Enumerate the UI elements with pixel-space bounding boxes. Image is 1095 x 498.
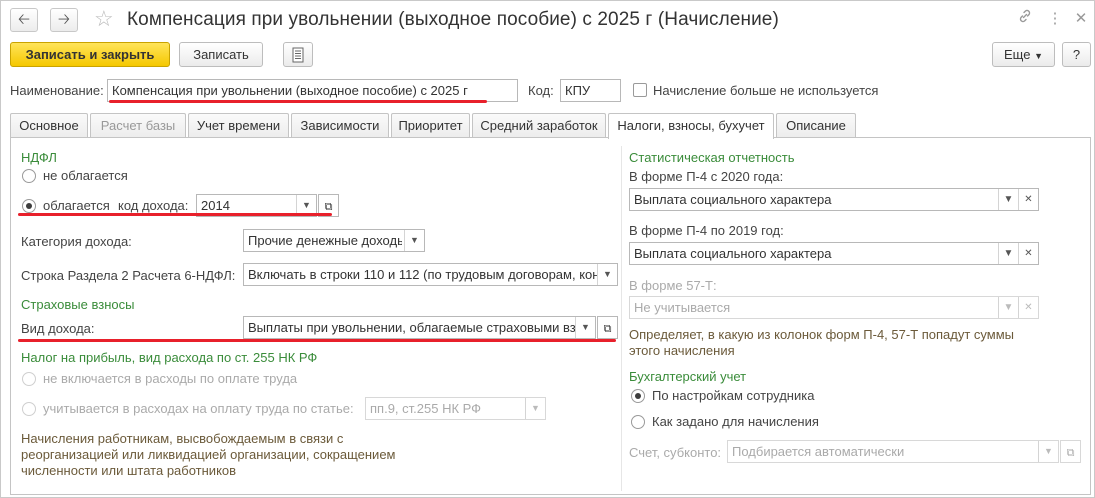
insurance-section-title: Страховые взносы [21, 297, 135, 312]
line-6ndfl-label: Строка Раздела 2 Расчета 6-НДФЛ: [21, 268, 236, 283]
tab-dependencies[interactable]: Зависимости [291, 113, 389, 138]
insurance-income-type-field[interactable]: Выплаты при увольнении, облагаемые страх… [243, 316, 596, 339]
clear-x-icon[interactable]: ✕ [1018, 243, 1038, 264]
window-title: Компенсация при увольнении (выходное пос… [127, 9, 779, 30]
not-included-label: не включается в расходы по оплате труда [43, 371, 298, 386]
tab-average-earnings[interactable]: Средний заработок [472, 113, 606, 138]
unused-checkbox[interactable] [633, 83, 647, 97]
tab-base-calc[interactable]: Расчет базы [90, 113, 186, 138]
open-window-icon: ⧉ [603, 323, 612, 335]
line-6ndfl-value: Включать в строки 110 и 112 (по трудовым… [248, 267, 598, 282]
chevron-down-icon[interactable]: ▼ [575, 317, 595, 338]
article-field[interactable]: пп.9, ст.255 НК РФ ▼ [365, 397, 546, 420]
by-employee-radio[interactable] [631, 389, 645, 403]
chevron-down-icon[interactable]: ▼ [597, 264, 617, 285]
p4-2020-label: В форме П-4 с 2020 года: [629, 169, 784, 184]
ndfl-section-title: НДФЛ [21, 150, 57, 165]
column-divider [621, 146, 622, 491]
p4-2020-field[interactable]: Выплата социального характера ▼ ✕ [629, 188, 1039, 211]
open-window-icon: ⧉ [324, 201, 333, 213]
line-6ndfl-field[interactable]: Включать в строки 110 и 112 (по трудовым… [243, 263, 618, 286]
account-field[interactable]: Подбирается автоматически ▼ [727, 440, 1059, 463]
open-account-button[interactable]: ⧉ [1060, 440, 1081, 463]
chevron-down-icon[interactable]: ▼ [404, 230, 424, 251]
chevron-down-icon[interactable]: ▼ [998, 243, 1018, 264]
ndfl-taxed-radio[interactable] [22, 199, 36, 213]
account-placeholder: Подбирается автоматически [732, 444, 905, 459]
save-and-close-button[interactable]: Записать и закрыть [10, 42, 170, 67]
annotation-underline [109, 100, 487, 103]
p4-2019-label: В форме П-4 по 2019 год: [629, 223, 784, 238]
tab-taxes-accounting[interactable]: Налоги, взносы, бухучет [608, 113, 774, 139]
chevron-down-icon[interactable]: ▼ [525, 398, 545, 419]
chevron-down-icon[interactable]: ▼ [1038, 441, 1058, 462]
tab-main[interactable]: Основное [10, 113, 88, 138]
name-field[interactable]: Компенсация при увольнении (выходное пос… [107, 79, 518, 102]
accounting-section-title: Бухгалтерский учет [629, 369, 747, 384]
annotation-underline [18, 339, 616, 342]
document-list-icon [292, 47, 304, 63]
chevron-down-icon[interactable]: ▼ [998, 297, 1018, 318]
open-window-icon: ⧉ [1066, 447, 1075, 459]
stats-note: Определяет, в какую из колонок форм П-4,… [629, 327, 1015, 358]
profit-tax-note: Начисления работникам, высвобождаемым в … [21, 431, 396, 478]
ndfl-not-taxed-label: не облагается [43, 168, 128, 183]
star-icon[interactable]: ☆ [94, 6, 114, 32]
insurance-income-type-value: Выплаты при увольнении, облагаемые страх… [248, 320, 576, 335]
arrow-left-icon: 🡠 [17, 11, 31, 28]
by-employee-label: По настройкам сотрудника [652, 388, 815, 403]
p4-2019-field[interactable]: Выплата социального характера ▼ ✕ [629, 242, 1039, 265]
income-code-label: код дохода: [118, 198, 189, 213]
p4-2020-value: Выплата социального характера [634, 192, 832, 207]
included-radio[interactable] [22, 402, 36, 416]
close-icon[interactable]: ✕ [1071, 8, 1091, 30]
tab-priority[interactable]: Приоритет [391, 113, 470, 138]
report-button[interactable] [283, 42, 313, 67]
unused-label: Начисление больше не используется [653, 83, 879, 98]
insurance-income-type-label: Вид дохода: [21, 321, 95, 336]
f57t-field[interactable]: Не учитывается ▼ ✕ [629, 296, 1039, 319]
as-in-accrual-radio[interactable] [631, 415, 645, 429]
name-label: Наименование: [10, 83, 104, 98]
forward-button[interactable]: 🡢 [50, 8, 78, 32]
kebab-menu-icon[interactable]: ⋮ [1045, 8, 1065, 30]
clear-x-icon[interactable]: ✕ [1018, 189, 1038, 210]
code-label: Код: [528, 83, 554, 98]
tab-time-tracking[interactable]: Учет времени [188, 113, 289, 138]
help-button[interactable]: ? [1062, 42, 1091, 67]
income-category-label: Категория дохода: [21, 234, 132, 249]
chevron-down-icon: ▼ [1034, 51, 1043, 61]
chevron-down-icon[interactable]: ▼ [998, 189, 1018, 210]
code-value: КПУ [565, 83, 591, 98]
stats-section-title: Статистическая отчетность [629, 150, 795, 165]
annotation-underline [18, 213, 332, 216]
arrow-right-icon: 🡢 [57, 11, 71, 28]
name-value: Компенсация при увольнении (выходное пос… [112, 83, 468, 98]
income-category-field[interactable]: Прочие денежные доходы ▼ [243, 229, 425, 252]
more-label: Еще [1004, 47, 1031, 62]
more-menu-button[interactable]: Еще ▼ [992, 42, 1055, 67]
account-label: Счет, субконто: [629, 445, 722, 460]
profit-tax-section-title: Налог на прибыль, вид расхода по ст. 255… [21, 350, 318, 365]
tab-description[interactable]: Описание [776, 113, 856, 138]
as-in-accrual-label: Как задано для начисления [652, 414, 819, 429]
save-button[interactable]: Записать [179, 42, 263, 67]
link-icon[interactable] [1015, 8, 1035, 30]
form-window: 🡠 🡢 ☆ Компенсация при увольнении (выходн… [0, 0, 1095, 498]
clear-x-icon[interactable]: ✕ [1018, 297, 1038, 318]
ndfl-taxed-label: облагается [43, 198, 110, 213]
article-value: пп.9, ст.255 НК РФ [370, 401, 482, 416]
ndfl-not-taxed-radio[interactable] [22, 169, 36, 183]
p4-2019-value: Выплата социального характера [634, 246, 832, 261]
open-income-type-button[interactable]: ⧉ [597, 316, 618, 339]
back-button[interactable]: 🡠 [10, 8, 38, 32]
included-label: учитывается в расходах на оплату труда п… [43, 401, 354, 416]
f57t-label: В форме 57-Т: [629, 278, 717, 293]
f57t-value: Не учитывается [634, 300, 731, 315]
code-field[interactable]: КПУ [560, 79, 621, 102]
not-included-radio[interactable] [22, 372, 36, 386]
income-category-value: Прочие денежные доходы [248, 233, 402, 248]
